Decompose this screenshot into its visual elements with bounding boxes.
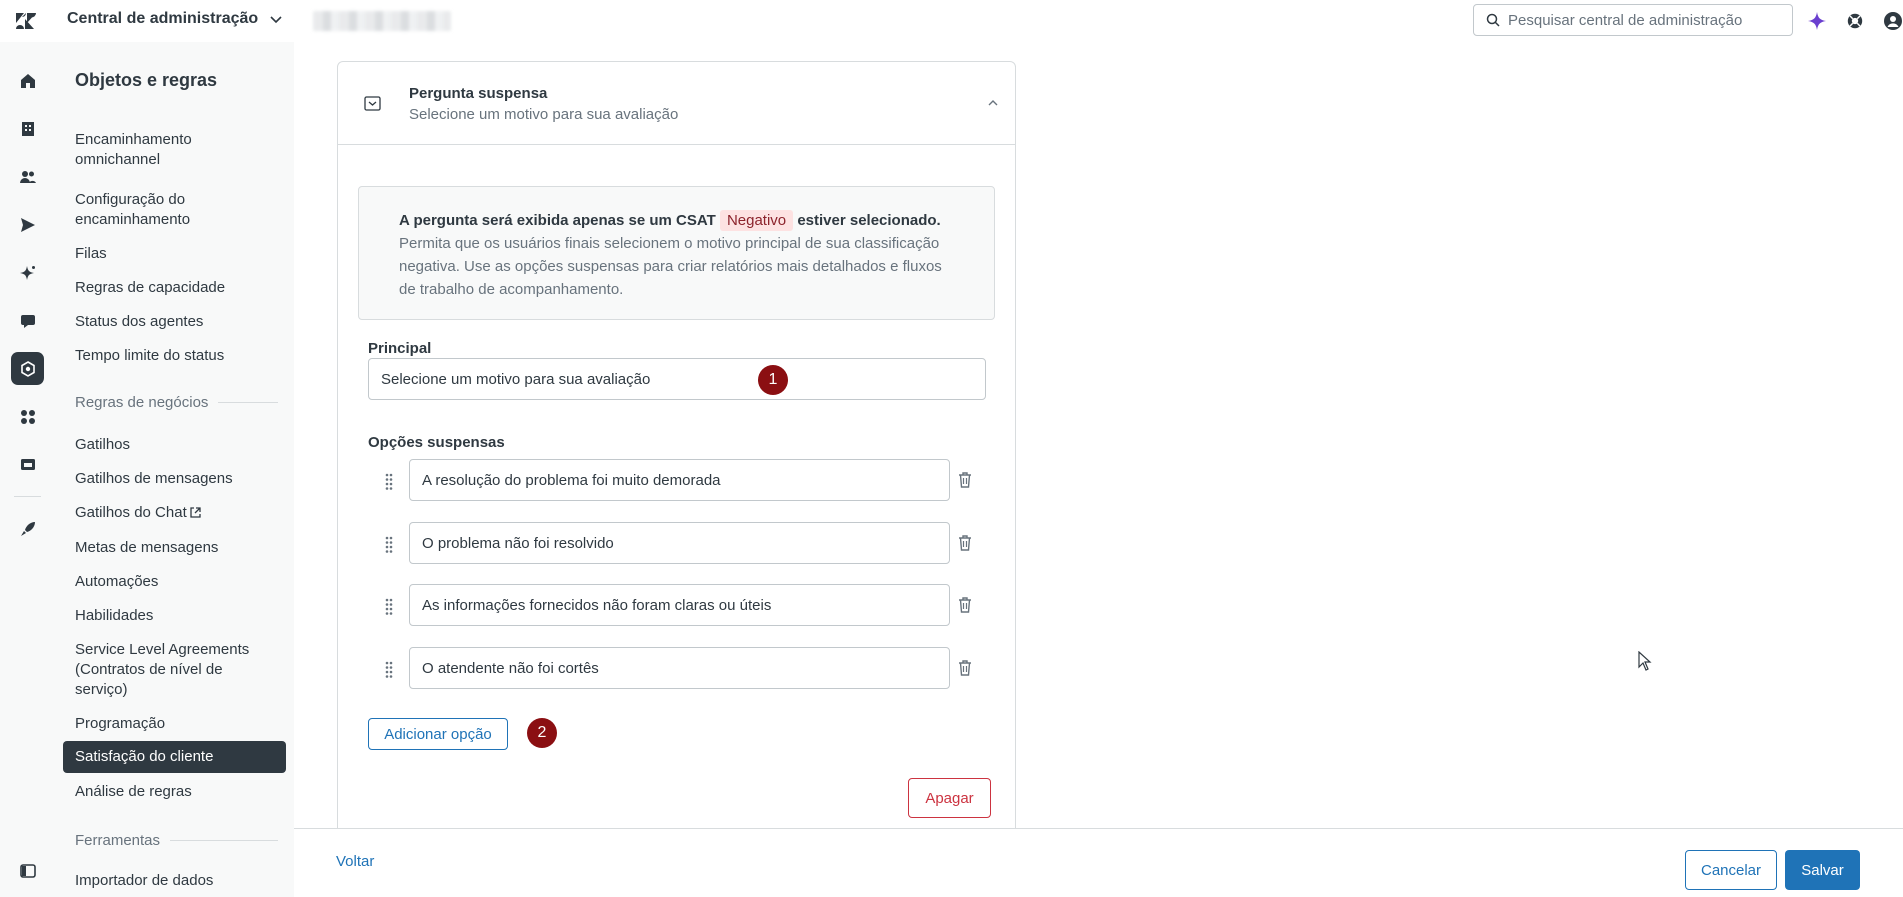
nav-item-encaminhamento-omnichannel[interactable]: Encaminhamento omnichannel [63, 127, 286, 173]
add-option-button[interactable]: Adicionar opção [368, 718, 508, 750]
rocket-icon[interactable] [11, 512, 44, 545]
nav-item-gatilhos[interactable]: Gatilhos [63, 432, 286, 458]
search-placeholder: Pesquisar central de administração [1508, 11, 1743, 29]
nav-item-regras-capacidade[interactable]: Regras de capacidade [63, 275, 286, 301]
option-input[interactable]: A resolução do problema foi muito demora… [409, 459, 950, 501]
search-icon [1486, 13, 1500, 27]
csat-notice: A pergunta será exibida apenas se um CSA… [358, 186, 995, 320]
nav-item-filas[interactable]: Filas [63, 241, 286, 267]
product-switcher[interactable]: Central de administração [67, 10, 284, 28]
dropdown-question-icon [364, 95, 381, 112]
nav-section-regras-negocios: Regras de negócios [75, 394, 278, 411]
nav-item-programacao[interactable]: Programação [63, 711, 286, 737]
nav-item-satisfacao-cliente[interactable]: Satisfação do cliente [63, 741, 286, 773]
sparkle-icon[interactable] [11, 256, 44, 289]
nav-item-analise-regras[interactable]: Análise de regras [63, 779, 286, 805]
options-label: Opções suspensas [368, 434, 505, 451]
drag-handle-icon[interactable] [382, 472, 396, 490]
home-icon[interactable] [11, 64, 44, 97]
save-button[interactable]: Salvar [1785, 850, 1860, 890]
secondary-nav: Objetos e regras Encaminhamento omnichan… [55, 42, 294, 897]
nav-item-sla[interactable]: Service Level Agreements (Contratos de n… [63, 637, 286, 703]
option-input[interactable]: O problema não foi resolvido [409, 522, 950, 564]
cancel-button[interactable]: Cancelar [1685, 850, 1777, 890]
sidebar-toggle-icon[interactable] [11, 854, 44, 887]
apps-icon[interactable] [11, 400, 44, 433]
option-input[interactable]: O atendente não foi cortês [409, 647, 950, 689]
option-value: A resolução do problema foi muito demora… [422, 471, 721, 489]
workspace-icon[interactable] [11, 448, 44, 481]
drag-handle-icon[interactable] [382, 535, 396, 553]
nav-item-automacoes[interactable]: Automações [63, 569, 286, 595]
top-bar: Central de administração Pesquisar centr… [0, 0, 1903, 42]
ai-sparkle-icon[interactable] [1806, 10, 1828, 32]
redacted-account-name [313, 11, 451, 31]
nav-section-label: Ferramentas [75, 832, 161, 849]
nav-item-configuracao-encaminhamento[interactable]: Configuração do encaminhamento [63, 187, 286, 233]
help-icon[interactable] [1844, 10, 1866, 32]
search-input[interactable]: Pesquisar central de administração [1473, 4, 1793, 36]
dropdown-question-card: Pergunta suspensa Selecione um motivo pa… [337, 61, 1016, 828]
external-link-icon [190, 507, 201, 518]
chevron-down-icon [268, 11, 284, 27]
step-marker-2: 2 [527, 718, 557, 748]
rail-divider [14, 496, 41, 497]
option-value: As informações fornecidos não foram clar… [422, 596, 772, 614]
nav-item-importador-dados[interactable]: Importador de dados [63, 868, 286, 894]
trash-icon[interactable] [957, 596, 973, 614]
action-footer: Voltar Cancelar Salvar [294, 828, 1903, 897]
option-input[interactable]: As informações fornecidos não foram clar… [409, 584, 950, 626]
card-title: Pergunta suspensa [409, 85, 548, 102]
nav-item-habilidades[interactable]: Habilidades [63, 603, 286, 629]
nav-section-ferramentas: Ferramentas [75, 832, 278, 849]
product-rail [0, 42, 55, 897]
zendesk-logo-icon[interactable] [14, 11, 38, 31]
notice-body: Permita que os usuários finais selecione… [399, 235, 942, 298]
nav-item-label: Gatilhos do Chat [75, 504, 187, 521]
nav-item-tempo-limite-status[interactable]: Tempo limite do status [63, 343, 286, 369]
drag-handle-icon[interactable] [382, 660, 396, 678]
nav-item-gatilhos-chat[interactable]: Gatilhos do Chat [63, 500, 286, 526]
principal-value: Selecione um motivo para sua avaliação [381, 370, 651, 388]
option-value: O problema não foi resolvido [422, 534, 614, 552]
notice-strong-after: estiver selecionado. [797, 212, 941, 229]
nav-section-label: Regras de negócios [75, 394, 209, 411]
building-icon[interactable] [11, 112, 44, 145]
principal-input[interactable]: Selecione um motivo para sua avaliação [368, 358, 986, 400]
nav-item-status-agentes[interactable]: Status dos agentes [63, 309, 286, 335]
product-name: Central de administração [67, 10, 259, 27]
objects-rules-icon[interactable] [11, 352, 44, 385]
people-icon[interactable] [11, 160, 44, 193]
user-avatar-icon[interactable] [1882, 10, 1903, 32]
trash-icon[interactable] [957, 659, 973, 677]
principal-label: Principal [368, 340, 432, 357]
send-icon[interactable] [11, 208, 44, 241]
chat-icon[interactable] [11, 304, 44, 337]
mouse-cursor-icon [1638, 651, 1652, 671]
nav-item-metas-mensagens[interactable]: Metas de mensagens [63, 535, 286, 561]
nav-item-gatilhos-mensagens[interactable]: Gatilhos de mensagens [63, 466, 286, 492]
trash-icon[interactable] [957, 471, 973, 489]
step-marker-1: 1 [758, 365, 788, 395]
notice-strong-before: A pergunta será exibida apenas se um CSA… [399, 212, 716, 229]
drag-handle-icon[interactable] [382, 597, 396, 615]
option-value: O atendente não foi cortês [422, 659, 599, 677]
back-link[interactable]: Voltar [336, 853, 374, 870]
card-header[interactable]: Pergunta suspensa Selecione um motivo pa… [338, 62, 1015, 145]
main-content: Pergunta suspensa Selecione um motivo pa… [294, 42, 1903, 828]
nav-title: Objetos e regras [75, 70, 218, 90]
trash-icon[interactable] [957, 534, 973, 552]
delete-button[interactable]: Apagar [908, 778, 991, 818]
card-subtitle: Selecione um motivo para sua avaliação [409, 106, 679, 123]
negative-tag: Negativo [719, 210, 794, 231]
chevron-up-icon[interactable] [985, 95, 1001, 111]
